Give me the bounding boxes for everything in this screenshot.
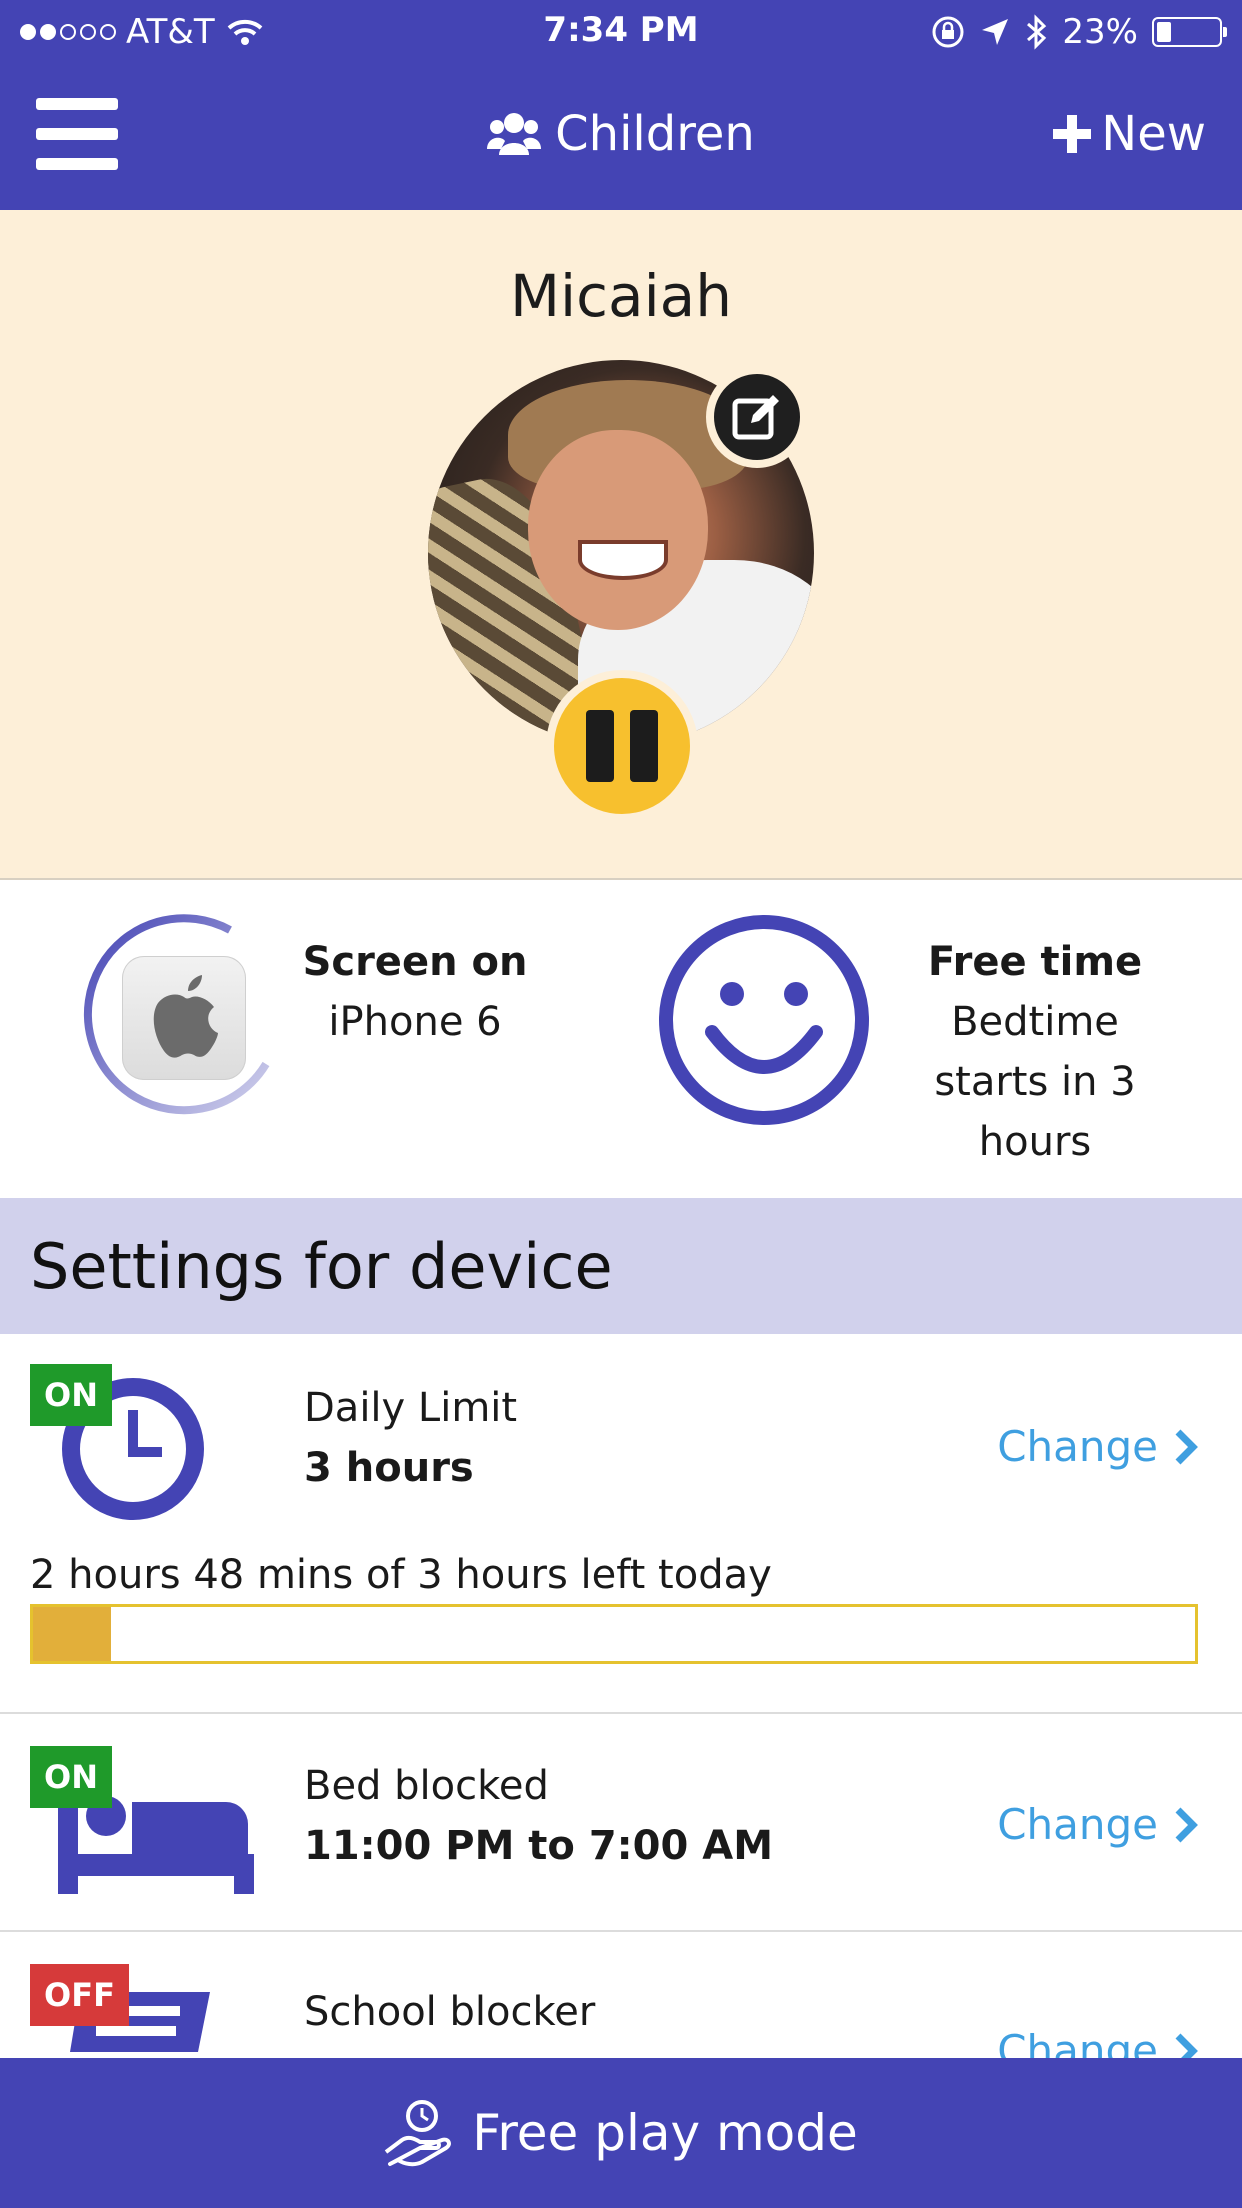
daily-limit-progress <box>30 1604 1198 1664</box>
daily-limit-row: ON Daily Limit 3 hours Change 2 hours 48… <box>0 1334 1242 1714</box>
chevron-right-icon <box>1175 2033 1198 2058</box>
chevron-right-icon <box>1175 1807 1198 1842</box>
bed-blocked-row: ON Bed blocked 11:00 PM to 7:00 AM Chang… <box>0 1714 1242 1932</box>
bed-blocked-label: Bed blocked 11:00 PM to 7:00 AM <box>304 1756 773 1876</box>
pause-icon-bar <box>630 710 658 782</box>
status-row: Screen on iPhone 6 Free time Bedtime sta… <box>0 882 1242 1198</box>
daily-limit-change-button[interactable]: Change <box>997 1422 1198 1471</box>
change-label: Change <box>997 1800 1158 1849</box>
plus-icon <box>1053 115 1092 153</box>
mode-status: Free time Bedtime starts in 3 hours <box>900 932 1170 1172</box>
daily-limit-label: Daily Limit 3 hours <box>304 1378 517 1498</box>
device-name: iPhone 6 <box>328 999 502 1045</box>
school-blocker-label: School blocker <box>304 1982 595 2042</box>
bed-blocked-value: 11:00 PM to 7:00 AM <box>304 1823 774 1869</box>
battery-percent: 23% <box>1062 12 1138 52</box>
mode-status-line-2: starts in 3 <box>934 1059 1136 1105</box>
bluetooth-icon <box>1027 14 1047 50</box>
school-blocker-row: OFF School blocker Change <box>0 1932 1242 2058</box>
battery-icon <box>1152 17 1227 47</box>
apple-icon <box>153 975 218 1058</box>
location-arrow-icon <box>982 19 1009 45</box>
bed-blocked-badge: ON <box>30 1746 112 1808</box>
smiley-icon <box>659 915 869 1125</box>
screen-status: Screen on iPhone 6 <box>290 932 540 1052</box>
users-icon <box>487 113 542 155</box>
free-play-mode-button[interactable]: Free play mode <box>0 2058 1242 2208</box>
change-label: Change <box>997 1422 1158 1471</box>
edit-profile-button[interactable] <box>706 366 808 468</box>
school-blocker-badge: OFF <box>30 1964 129 2026</box>
hand-clock-icon <box>385 2100 452 2167</box>
bed-blocked-change-button[interactable]: Change <box>997 1800 1198 1849</box>
change-label: Change <box>997 2026 1158 2058</box>
mode-status-line-3: hours <box>978 1119 1092 1165</box>
child-name: Micaiah <box>509 262 732 330</box>
page-title-text: Children <box>555 106 755 162</box>
school-blocker-change-button[interactable]: Change <box>997 2026 1198 2058</box>
free-play-mode-label: Free play mode <box>472 2104 858 2162</box>
new-child-button[interactable]: New <box>1053 106 1206 162</box>
daily-limit-badge: ON <box>30 1364 112 1426</box>
device-tile[interactable] <box>122 956 246 1080</box>
edit-icon <box>732 395 779 440</box>
new-child-label: New <box>1101 106 1206 162</box>
bed-blocked-title: Bed blocked <box>304 1763 549 1809</box>
status-right: 23% <box>930 12 1227 52</box>
daily-limit-progress-fill <box>33 1607 111 1661</box>
settings-heading: Settings for device <box>30 1230 613 1303</box>
nav-bar: Children New <box>0 62 1242 210</box>
top-bar: AT&T 7:34 PM 23% Children New <box>0 0 1242 210</box>
mode-status-line-1: Bedtime <box>951 999 1119 1045</box>
mode-status-title: Free time <box>927 939 1143 985</box>
school-blocker-title: School blocker <box>304 1989 596 2035</box>
status-bar: AT&T 7:34 PM 23% <box>0 0 1242 62</box>
screen-status-title: Screen on <box>302 939 528 985</box>
pause-icon-bar <box>586 710 614 782</box>
child-profile: Micaiah <box>0 210 1242 880</box>
daily-limit-remaining: 2 hours 48 mins of 3 hours left today <box>30 1552 772 1598</box>
rotation-lock-icon <box>932 16 964 48</box>
settings-header: Settings for device <box>0 1198 1242 1334</box>
daily-limit-title: Daily Limit <box>304 1385 518 1431</box>
pause-button[interactable] <box>546 670 698 822</box>
daily-limit-value: 3 hours <box>304 1445 474 1491</box>
chevron-right-icon <box>1175 1429 1198 1464</box>
